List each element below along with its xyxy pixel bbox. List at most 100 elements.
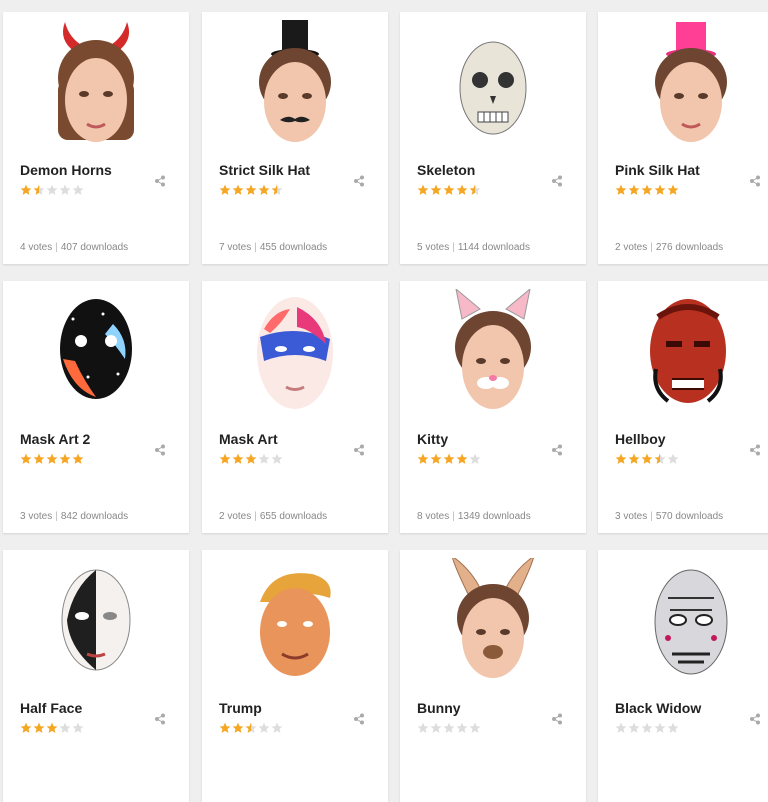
- star-icon: [641, 453, 653, 464]
- hellboy-mask-icon: [650, 299, 726, 403]
- star-icon: [20, 184, 32, 195]
- card-stats: 3 votes | 842 downloads: [20, 511, 129, 522]
- mask-title[interactable]: Kitty: [417, 431, 448, 447]
- votes-count: 5 votes: [417, 242, 450, 253]
- mask-card[interactable]: Skeleton 5 votes | 1144 downloads: [400, 12, 586, 264]
- mask-title[interactable]: Mask Art: [219, 431, 278, 447]
- star-icon: [430, 453, 442, 464]
- star-icon: [430, 184, 442, 195]
- star-icon: [615, 184, 627, 195]
- star-icon: [417, 453, 429, 464]
- star-icon: [654, 722, 666, 733]
- mask-title[interactable]: Mask Art 2: [20, 431, 90, 447]
- rating-stars: [417, 722, 481, 736]
- votes-count: 7 votes: [219, 242, 252, 253]
- share-icon[interactable]: [353, 713, 365, 725]
- mask-title[interactable]: Trump: [219, 700, 262, 716]
- share-icon[interactable]: [154, 713, 166, 725]
- star-icon: [654, 184, 666, 195]
- votes-count: 2 votes: [219, 511, 252, 522]
- mask-title[interactable]: Demon Horns: [20, 162, 112, 178]
- mask-title[interactable]: Hellboy: [615, 431, 666, 447]
- votes-count: 8 votes: [417, 511, 450, 522]
- mask-title[interactable]: Skeleton: [417, 162, 475, 178]
- share-icon[interactable]: [353, 444, 365, 456]
- rating-stars: [219, 722, 283, 736]
- share-icon[interactable]: [551, 444, 563, 456]
- rating-stars: [615, 453, 679, 467]
- star-icon: [72, 184, 84, 195]
- star-icon: [443, 453, 455, 464]
- star-icon: [219, 722, 231, 733]
- half-face-mask-icon: [61, 569, 131, 671]
- card-stats: 2 votes | 655 downloads: [219, 511, 328, 522]
- mask-card[interactable]: Pink Silk Hat 2 votes | 276 downloads: [598, 12, 768, 264]
- star-icon: [667, 722, 679, 733]
- mask-card[interactable]: Mask Art 2 votes | 655 downloads: [202, 281, 388, 533]
- share-icon[interactable]: [353, 175, 365, 187]
- downloads-count: 655 downloads: [259, 511, 328, 522]
- mask-title[interactable]: Bunny: [417, 700, 461, 716]
- mask-card[interactable]: Black Widow: [598, 550, 768, 802]
- star-icon: [258, 453, 270, 464]
- star-icon: [59, 184, 71, 195]
- star-icon: [232, 722, 244, 733]
- mask-card[interactable]: Trump: [202, 550, 388, 802]
- mask-card[interactable]: Mask Art 2 3 votes | 842 downloads: [3, 281, 189, 533]
- mask-art-icon: [257, 297, 333, 409]
- mask-card[interactable]: Half Face: [3, 550, 189, 802]
- rating-stars: [615, 184, 679, 198]
- rating-stars: [20, 722, 84, 736]
- star-icon: [20, 453, 32, 464]
- star-icon: [46, 722, 58, 733]
- share-icon[interactable]: [551, 175, 563, 187]
- card-stats: 3 votes | 570 downloads: [615, 511, 724, 522]
- rating-stars: [615, 722, 679, 736]
- rating-stars: [20, 453, 84, 467]
- pink-silk-hat-mask-icon: [655, 22, 727, 142]
- rating-stars: [417, 184, 481, 198]
- rating-stars: [219, 453, 283, 467]
- share-icon[interactable]: [551, 713, 563, 725]
- votes-count: 4 votes: [20, 242, 53, 253]
- star-icon: [219, 453, 231, 464]
- star-icon: [245, 722, 257, 733]
- star-icon: [59, 453, 71, 464]
- card-stats: 2 votes | 276 downloads: [615, 242, 724, 253]
- mask-card[interactable]: Bunny: [400, 550, 586, 802]
- mask-card[interactable]: Demon Horns 4 votes | 407 downloads: [3, 12, 189, 264]
- star-icon: [20, 722, 32, 733]
- share-icon[interactable]: [749, 444, 761, 456]
- bunny-mask-icon: [452, 558, 534, 678]
- downloads-count: 407 downloads: [60, 242, 129, 253]
- votes-count: 2 votes: [615, 242, 648, 253]
- star-icon: [232, 453, 244, 464]
- votes-count: 3 votes: [20, 511, 53, 522]
- downloads-count: 842 downloads: [60, 511, 129, 522]
- star-icon: [615, 722, 627, 733]
- mask-title[interactable]: Pink Silk Hat: [615, 162, 700, 178]
- star-icon: [258, 184, 270, 195]
- star-icon: [46, 184, 58, 195]
- mask-title[interactable]: Half Face: [20, 700, 82, 716]
- mask-title[interactable]: Strict Silk Hat: [219, 162, 310, 178]
- star-icon: [33, 722, 45, 733]
- rating-stars: [20, 184, 84, 198]
- star-icon: [33, 453, 45, 464]
- star-icon: [628, 184, 640, 195]
- star-icon: [628, 722, 640, 733]
- share-icon[interactable]: [154, 444, 166, 456]
- downloads-count: 1144 downloads: [457, 242, 530, 253]
- star-icon: [59, 722, 71, 733]
- share-icon[interactable]: [749, 175, 761, 187]
- share-icon[interactable]: [749, 713, 761, 725]
- mask-title[interactable]: Black Widow: [615, 700, 701, 716]
- mask-card[interactable]: Hellboy 3 votes | 570 downloads: [598, 281, 768, 533]
- votes-count: 3 votes: [615, 511, 648, 522]
- star-icon: [469, 184, 481, 195]
- mask-card[interactable]: Kitty 8 votes | 1349 downloads: [400, 281, 586, 533]
- share-icon[interactable]: [154, 175, 166, 187]
- card-stats: 5 votes | 1144 downloads: [417, 242, 530, 253]
- card-stats: 8 votes | 1349 downloads: [417, 511, 531, 522]
- mask-card[interactable]: Strict Silk Hat 7 votes | 455 downloads: [202, 12, 388, 264]
